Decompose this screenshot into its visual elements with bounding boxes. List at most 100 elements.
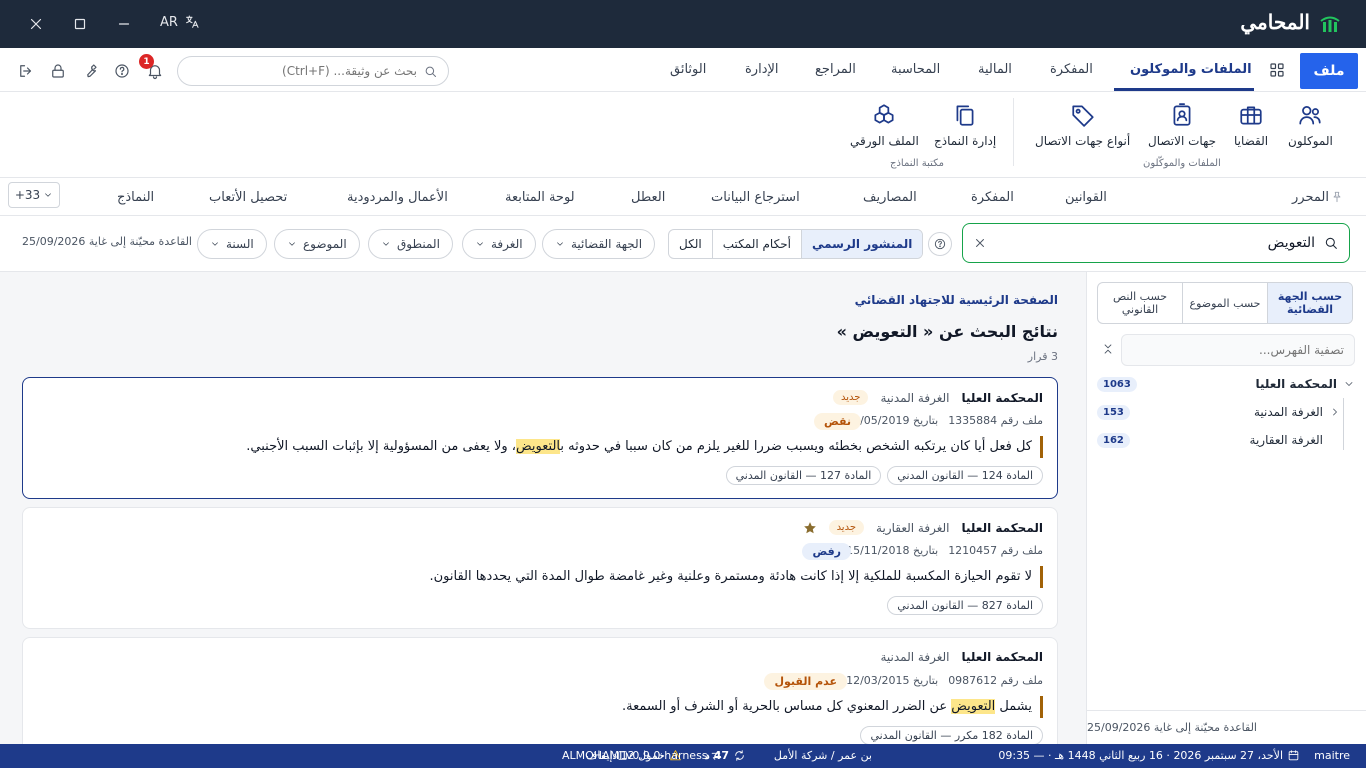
brand-logo-icon [1320,16,1340,32]
ribbon-clients-label: الموكلون [1288,134,1333,148]
more-tabs-button[interactable]: +33 [8,182,60,208]
close-window-button[interactable] [24,12,48,36]
pin-icon [1333,191,1341,203]
chevron-down-icon [383,242,389,246]
tree-node-count: 153 [1097,404,1130,420]
tag-icon [1071,105,1094,127]
module-tab-editor[interactable]: المحرر [1292,190,1329,205]
module-tab-fees[interactable]: تحصيل الأتعاب [209,190,287,205]
filter-subject[interactable]: الموضوع [274,229,360,259]
tab-agenda[interactable]: المفكرة [1050,62,1093,77]
ribbon-group-templates-label: مكتبة النماذج [890,158,945,169]
ribbon-contacts-button[interactable]: جهات الاتصال [1148,102,1216,148]
index-filter-input[interactable] [1121,334,1355,366]
card-meta: ملف رقم 0987612 بتاريخ 12/03/2015 [846,674,1043,687]
logout-button[interactable] [17,62,35,80]
index-by-legal-text[interactable]: حسب النص القانوني [1098,283,1182,323]
result-card[interactable]: المحكمة العليا الغرفة المدنية جديد ملف ر… [22,377,1058,499]
module-tab-data-recovery[interactable]: استرجاع البيانات [711,190,800,205]
settings-button[interactable] [81,62,99,80]
tab-administration[interactable]: الإدارة [745,62,779,77]
card-summary: يشمل التعويض عن الضرر المعنوي كل مساس با… [622,696,1043,718]
search-icon [1325,237,1337,249]
article-tag[interactable]: المادة 182 مكرر — القانون المدني [860,726,1043,744]
card-court: المحكمة العليا [961,390,1044,405]
pin-button[interactable] [1330,190,1344,204]
tab-files-clients[interactable]: الملفات والموكلون [1130,62,1252,77]
tree-node-real-estate-chamber[interactable]: الغرفة العقارية 162 [1097,429,1355,451]
apps-grid-button[interactable] [1268,61,1286,79]
translate-icon [186,15,199,28]
database-update-note: القاعدة محيّنة إلى غاية 25/09/2026 [22,235,192,248]
file-menu-button[interactable]: ملف [1300,53,1358,89]
outcome-badge: رفض [802,543,851,560]
filter-year[interactable]: السنة [197,229,267,259]
ribbon-clients-button[interactable]: الموكلون [1288,102,1333,148]
active-tab-indicator [1114,88,1254,91]
card-date: بتاريخ 15/11/2018 [846,544,939,557]
index-by-jurisdiction[interactable]: حسب الجهة القضائية [1267,283,1352,323]
index-by-subject[interactable]: حسب الموضوع [1182,283,1267,323]
ribbon-contact-types-button[interactable]: أنواع جهات الاتصال [1035,102,1130,148]
filter-ruling[interactable]: المنطوق [368,229,453,259]
new-badge: جديد [828,520,865,535]
segment-official[interactable]: المنشور الرسمي [800,230,923,258]
minimize-window-button[interactable] [112,12,136,36]
result-card[interactable]: المحكمة العليا الغرفة العقارية جديد ملف … [22,507,1058,629]
language-switch[interactable]: AR [160,14,200,30]
tab-finance[interactable]: المالية [978,62,1012,77]
tree-node-civil-chamber[interactable]: الغرفة المدنية 153 [1097,401,1355,423]
tree-node-supreme-court[interactable]: المحكمة العليا 1063 [1097,373,1355,395]
lock-button[interactable] [49,62,67,80]
summary-text: ، ولا يعفى من المسؤولية إلا بإثبات السبب… [246,439,516,454]
jurisprudence-search[interactable] [962,223,1350,263]
minimize-icon [118,23,130,25]
star-icon[interactable] [803,521,817,535]
swap-button[interactable] [710,749,723,762]
article-tag[interactable]: المادة 827 — القانون المدني [887,596,1043,615]
segment-all[interactable]: الكل [669,230,712,258]
article-tag[interactable]: المادة 127 — القانون المدني [725,466,882,485]
document-search[interactable] [177,56,449,86]
breadcrumb[interactable]: الصفحة الرئيسية للاجتهاد القضائي [855,293,1058,307]
document-search-input[interactable] [188,64,417,78]
contact-card-icon [1173,103,1191,126]
collapse-icon [1104,344,1112,354]
module-tab-dashboard[interactable]: لوحة المتابعة [505,190,575,205]
help-button[interactable] [113,62,131,80]
ribbon-templates-button[interactable]: إدارة النماذج [934,102,996,148]
card-tags: المادة 827 — القانون المدني [887,596,1043,615]
card-meta: ملف رقم 1335884 بتاريخ 22/05/2019 [846,414,1043,427]
tab-references[interactable]: المراجع [815,62,856,77]
jurisprudence-search-input[interactable] [995,235,1315,251]
maximize-window-button[interactable] [68,12,92,36]
search-help-button[interactable] [928,232,952,256]
filter-chamber[interactable]: الغرفة [462,229,536,259]
clear-search-icon[interactable] [973,236,987,250]
module-tab-holidays[interactable]: العطل [631,190,665,205]
lock-icon [52,64,64,78]
status-version: ALMOHAMI v0.9.0-harness [562,749,708,762]
search-highlight: التعويض [951,699,996,714]
ribbon-cases-button[interactable]: القضايا [1234,102,1268,148]
briefcase-icon [1240,106,1262,125]
tree-node-label: الغرفة العقارية [1249,433,1323,447]
copy-icon [956,105,974,126]
collapse-all-button[interactable] [1101,342,1115,356]
ribbon: الموكلون القضايا جهات الاتصال أنواع جهات… [0,92,1366,178]
module-tab-agenda[interactable]: المفكرة [971,190,1014,205]
filter-jurisdiction[interactable]: الجهة القضائية [542,229,656,259]
ribbon-paper-file-button[interactable]: الملف الورقي [850,102,919,148]
module-tab-profitability[interactable]: الأعمال والمردودية [347,190,448,205]
segment-office-rulings[interactable]: أحكام المكتب [711,230,801,258]
module-tab-laws[interactable]: القوانين [1065,190,1107,205]
tab-accounting[interactable]: المحاسبة [891,62,940,77]
result-card[interactable]: المحكمة العليا الغرفة المدنية ملف رقم 09… [22,637,1058,744]
filter-bar: المنشور الرسمي أحكام المكتب الكل الجهة ا… [0,216,1366,272]
article-tag[interactable]: المادة 124 — القانون المدني [887,466,1043,485]
chevron-down-icon [557,242,563,246]
module-tab-templates[interactable]: النماذج [117,190,154,205]
module-tab-expenses[interactable]: المصاريف [863,190,917,205]
tab-documents[interactable]: الوثائق [670,62,706,77]
summary-text: يشمل [995,699,1032,714]
